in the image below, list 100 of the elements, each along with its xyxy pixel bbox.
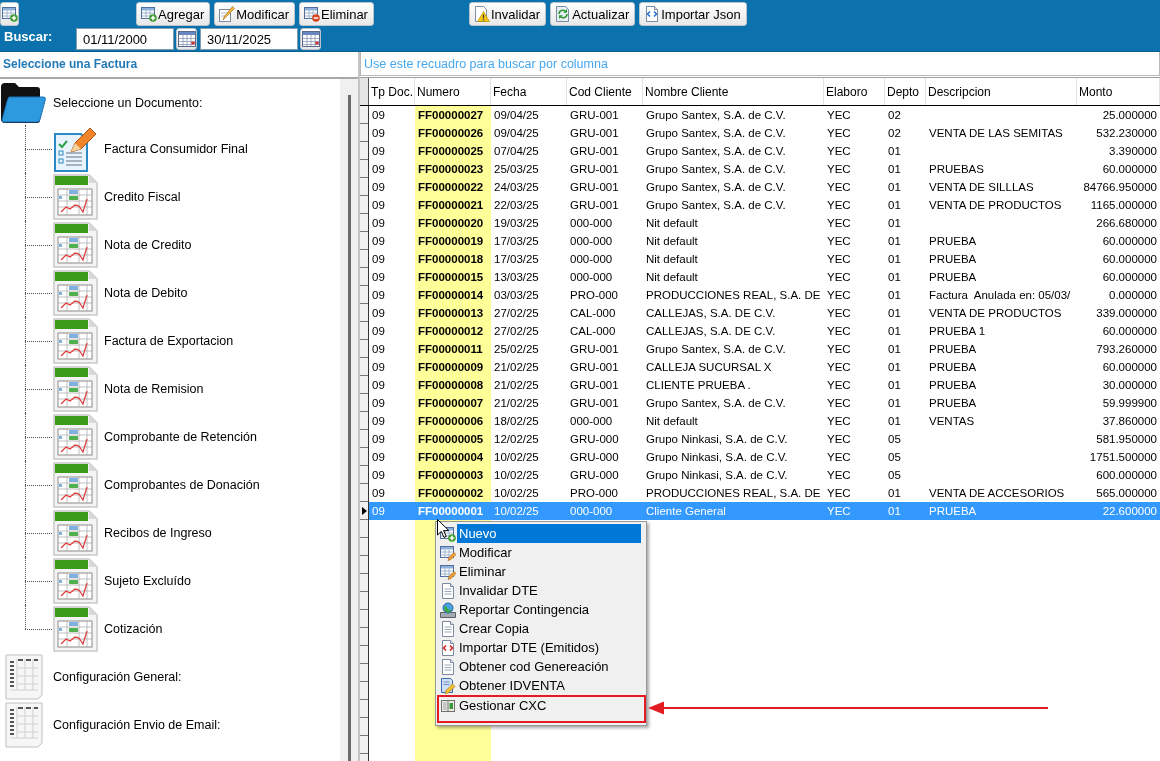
table-cell-text: PRUEBA — [928, 378, 978, 393]
table-cell-text: CALLEJAS, S.A. DE C.V. — [645, 306, 777, 321]
calendar-button[interactable] — [176, 28, 197, 50]
table-row[interactable]: 09 FF00000009 21/02/25 GRU-001 CALLEJA SUCURSAL X YEC 01 PRUEBA 60.000000 — [369, 358, 1160, 376]
column-header[interactable]: Monto — [1077, 78, 1160, 105]
table-cell-text: YEC — [826, 270, 852, 285]
quick-add-button[interactable] — [0, 2, 19, 26]
table-cell: FF00000021 — [415, 196, 491, 214]
table-row[interactable]: 09 FF00000007 21/02/25 GRU-001 Grupo Santex, S.A. de C.V. YEC 01 PRUEBA 59.999900 — [369, 394, 1160, 412]
table-row[interactable]: 09 FF00000022 24/03/25 GRU-001 Grupo Santex, S.A. de C.V. YEC 01 VENTA DE SILLLAS 84766.950000 — [369, 178, 1160, 196]
table-cell-text: YEC — [826, 450, 852, 465]
column-header[interactable]: Descripcion — [926, 78, 1077, 105]
column-header[interactable]: Fecha — [491, 78, 567, 105]
chart-sheet-icon — [52, 366, 98, 412]
table-row[interactable]: 09 FF00000018 17/03/25 000-000 Nit default YEC 01 PRUEBA 60.000000 — [369, 250, 1160, 268]
table-cell-text: CAL-000 — [569, 324, 617, 339]
table-row[interactable]: 09 FF00000021 22/03/25 GRU-001 Grupo Santex, S.A. de C.V. YEC 01 VENTA DE PRODUCTOS 1165.000000 — [369, 196, 1160, 214]
menu-item[interactable]: Obtener cod Genereación — [436, 657, 641, 676]
tree-item[interactable]: Comprobantes de Donación — [104, 478, 260, 492]
table-cell-text: PRUEBA — [928, 270, 978, 285]
column-header[interactable]: Tp Doc. — [369, 78, 415, 105]
table-cell-text: 09 — [371, 270, 386, 285]
table-row[interactable]: 09 FF00000003 10/02/25 GRU-000 Grupo Ninkasi, S.A. de C.V. YEC 05 600.000000 — [369, 466, 1160, 484]
table-cell-text: 0.000000 — [1108, 288, 1158, 303]
table-row[interactable]: 09 FF00000004 10/02/25 GRU-000 Grupo Ninkasi, S.A. de C.V. YEC 05 1751.500000 — [369, 448, 1160, 466]
table-cell-text: VENTA DE SILLLAS — [928, 180, 1035, 195]
tree-item[interactable]: Nota de Remision — [104, 382, 204, 396]
menu-item[interactable]: Obtener IDVENTA — [436, 676, 641, 695]
table-cell-text: Grupo Santex, S.A. de C.V. — [645, 162, 787, 177]
table-cell-text: 01 — [887, 486, 902, 501]
table-row[interactable]: 09 FF00000012 27/02/25 CAL-000 CALLEJAS, S.A. DE C.V. YEC 01 PRUEBA 1 60.000000 — [369, 322, 1160, 340]
refresh-icon — [555, 6, 572, 22]
table-row[interactable]: 09 FF00000008 21/02/25 GRU-001 CLIENTE PRUEBA . YEC 01 PRUEBA 30.000000 — [369, 376, 1160, 394]
table-row[interactable]: 09 FF00000006 18/02/25 000-000 Nit default YEC 01 VENTAS 37.860000 — [369, 412, 1160, 430]
table-row[interactable]: 09 FF00000011 25/02/25 GRU-001 Grupo Santex, S.A. de C.V. YEC 01 PRUEBA 793.260000 — [369, 340, 1160, 358]
table-row[interactable]: 09 FF00000014 03/03/25 PRO-000 PRODUCCIONES REAL, S.A. DE YEC 01 Factura Anulada en: 05/03/ 0.000000 — [369, 286, 1160, 304]
table-row[interactable]: 09 FF00000019 17/03/25 000-000 Nit default YEC 01 PRUEBA 60.000000 — [369, 232, 1160, 250]
table-cell: FF00000004 — [415, 448, 491, 466]
menu-item[interactable]: Importar DTE (Emitidos) — [436, 638, 641, 657]
table-cell-text: YEC — [826, 414, 852, 429]
document-icon — [440, 582, 456, 599]
column-header[interactable]: Nombre Cliente — [643, 78, 824, 105]
toolbar-button[interactable]: Agregar — [136, 2, 211, 26]
table-row[interactable]: 09 FF00000002 10/02/25 PRO-000 PRODUCCIONES REAL, S.A. DE YEC 01 VENTA DE ACCESORIOS 565.000000 — [369, 484, 1160, 502]
date-field[interactable]: 01/11/2000 — [76, 28, 174, 50]
menu-item[interactable]: Invalidar DTE — [436, 581, 641, 600]
search-field[interactable]: Use este recuadro para buscar por columna — [360, 52, 1160, 76]
toolbar-button[interactable]: Invalidar — [469, 2, 547, 26]
toolbar-button[interactable]: Importar Json — [639, 2, 747, 26]
menu-item[interactable]: Reportar Contingencia — [436, 600, 641, 619]
table-cell-text: 1751.500000 — [1088, 450, 1158, 465]
tree-item[interactable]: Nota de Debito — [104, 286, 188, 300]
menu-item[interactable]: Crear Copia — [436, 619, 641, 638]
toolbar-button[interactable]: Actualizar — [550, 2, 636, 26]
tree-item[interactable]: Factura Consumidor Final — [104, 142, 248, 156]
tree-item[interactable]: Credito Fiscal — [104, 190, 181, 204]
table-cell-text: 339.000000 — [1095, 306, 1158, 321]
calendar-icon — [301, 31, 320, 47]
column-header[interactable]: Depto — [885, 78, 926, 105]
tree-item[interactable]: Factura de Exportacion — [104, 334, 234, 348]
tree-item[interactable]: Seleccione un Documento: — [53, 95, 203, 110]
menu-item[interactable]: Modificar — [436, 543, 641, 562]
table-cell-text: CALLEJA SUCURSAL X — [645, 360, 773, 375]
date-field[interactable]: 30/11/2025 — [200, 28, 298, 50]
column-header[interactable]: Elaboro — [824, 78, 885, 105]
table-cell-text: VENTA DE LAS SEMITAS — [928, 126, 1064, 141]
row-pointer-icon — [362, 507, 367, 515]
table-row[interactable]: 09 FF00000026 09/04/25 GRU-001 Grupo Santex, S.A. de C.V. YEC 02 VENTA DE LAS SEMITAS 532.230000 — [369, 124, 1160, 142]
table-cell-text: Grupo Santex, S.A. de C.V. — [645, 126, 787, 141]
table-cell-text: GRU-001 — [569, 108, 620, 123]
table-row[interactable]: 09 FF00000005 12/02/25 GRU-000 Grupo Ninkasi, S.A. de C.V. YEC 05 581.950000 — [369, 430, 1160, 448]
table-row[interactable]: 09 FF00000013 27/02/25 CAL-000 CALLEJAS, S.A. DE C.V. YEC 01 VENTA DE PRODUCTOS 339.000000 — [369, 304, 1160, 322]
table-row[interactable]: 09 FF00000027 09/04/25 GRU-001 Grupo Santex, S.A. de C.V. YEC 02 25.000000 — [369, 106, 1160, 124]
column-header[interactable]: Cod Cliente — [567, 78, 643, 105]
calendar-button[interactable] — [300, 28, 321, 50]
scrollbar[interactable] — [340, 79, 358, 761]
toolbar-button[interactable]: Eliminar — [299, 2, 374, 26]
table-row[interactable]: 09 FF00000023 25/03/25 GRU-001 Grupo Santex, S.A. de C.V. YEC 01 PRUEBAS 60.000000 — [369, 160, 1160, 178]
table-cell-text: 18/02/25 — [493, 414, 540, 429]
table-cell-text: 000-000 — [569, 414, 614, 429]
table-cell: FF00000003 — [415, 466, 491, 484]
column-header[interactable]: Numero — [415, 78, 491, 105]
table-row[interactable]: 09 FF00000015 13/03/25 000-000 Nit default YEC 01 PRUEBA 60.000000 — [369, 268, 1160, 286]
tree-item[interactable]: Sujeto Excluído — [104, 574, 191, 588]
tree-connector — [25, 221, 52, 269]
table-row[interactable]: 09 FF00000020 19/03/25 000-000 Nit default YEC 01 266.680000 — [369, 214, 1160, 232]
tree-item[interactable]: Comprobante de Retención — [104, 430, 257, 444]
menu-item[interactable]: Eliminar — [436, 562, 641, 581]
toolbar-button[interactable]: Modificar — [214, 2, 295, 26]
tree-item[interactable]: Nota de Credito — [104, 238, 192, 252]
table-cell-text: YEC — [826, 126, 852, 141]
tree-item[interactable]: Configuración General: — [53, 670, 182, 684]
tree-item[interactable]: Configuración Envio de Email: — [53, 718, 221, 732]
tree-item[interactable]: Cotización — [104, 622, 163, 636]
table-cell-text: 09 — [371, 198, 386, 213]
table-row[interactable]: 09 FF00000025 07/04/25 GRU-001 Grupo Santex, S.A. de C.V. YEC 01 3.390000 — [369, 142, 1160, 160]
menu-item[interactable]: Gestionar CXC — [437, 695, 646, 723]
tree-item[interactable]: Recibos de Ingreso — [104, 526, 212, 540]
table-cell-text: 09 — [371, 324, 386, 339]
table-cell-text: PRODUCCIONES REAL, S.A. DE — [645, 288, 822, 303]
